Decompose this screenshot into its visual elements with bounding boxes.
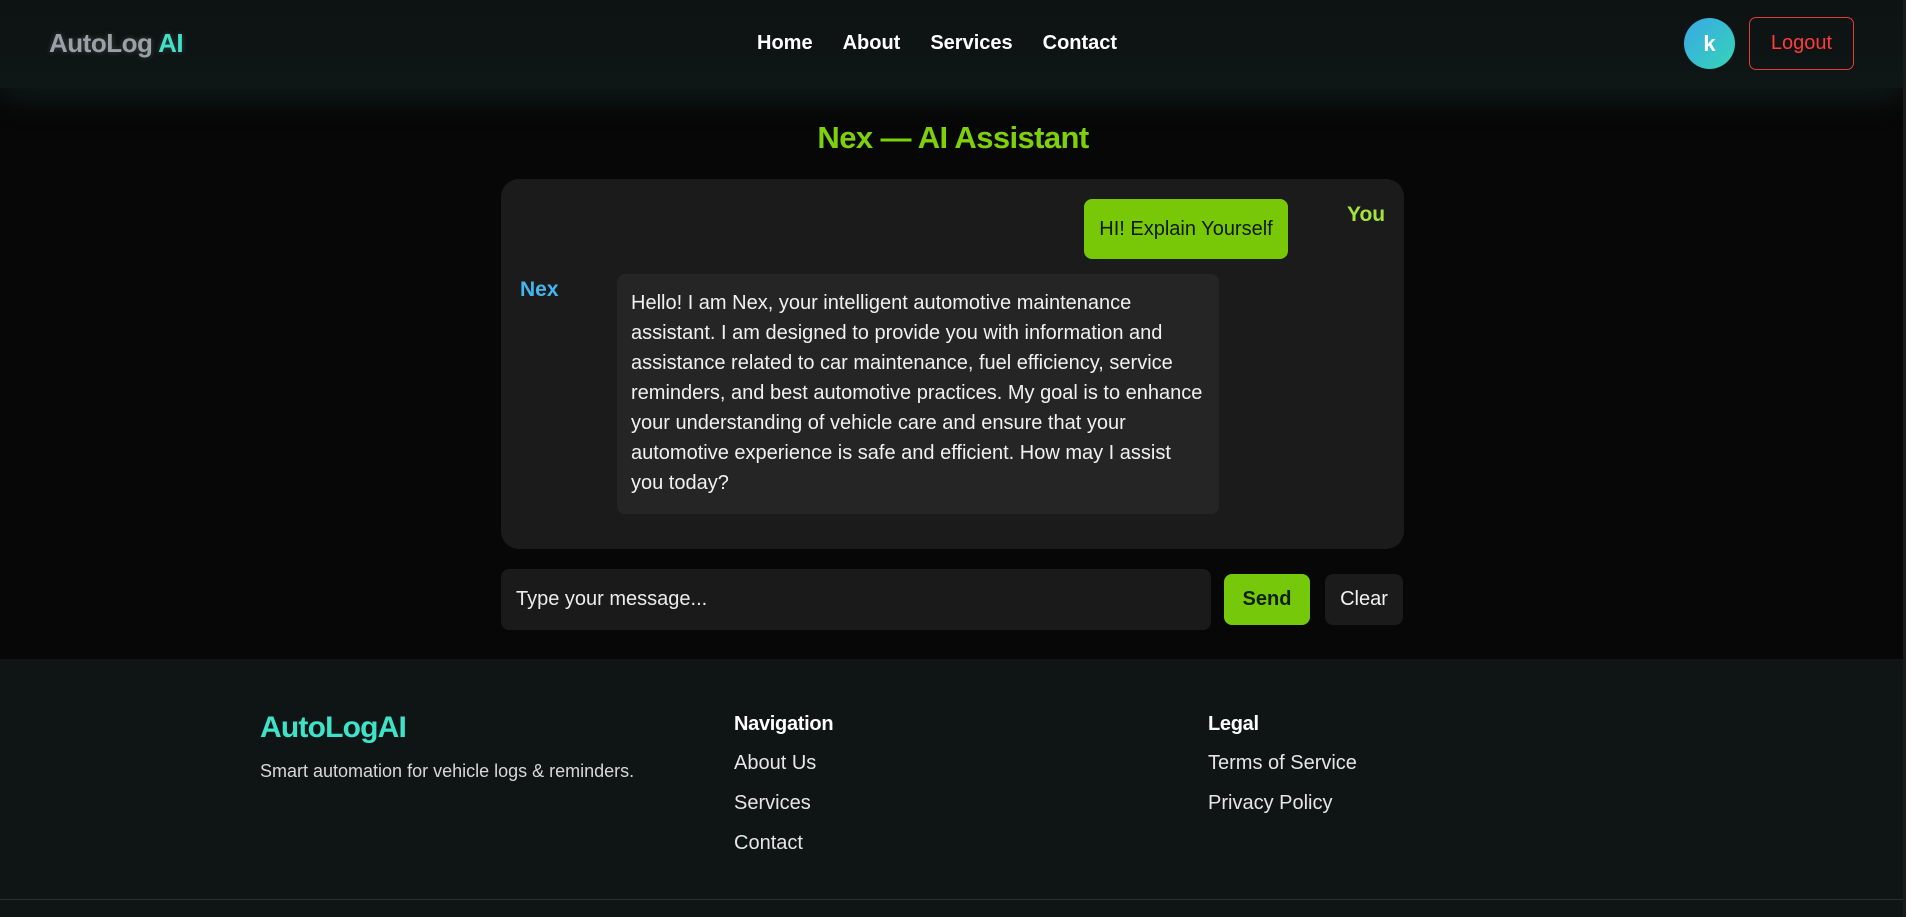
user-message-bubble: HI! Explain Yourself bbox=[1084, 199, 1288, 259]
footer-link-contact[interactable]: Contact bbox=[734, 832, 833, 855]
user-sender-label: You bbox=[1347, 203, 1386, 226]
nav-about-link[interactable]: About bbox=[843, 32, 901, 55]
user-avatar[interactable]: k bbox=[1684, 18, 1735, 69]
nav-home-link[interactable]: Home bbox=[757, 32, 813, 55]
footer-link-services[interactable]: Services bbox=[734, 792, 833, 815]
footer-divider bbox=[0, 899, 1903, 900]
assistant-sender-label: Nex bbox=[520, 278, 559, 301]
clear-button[interactable]: Clear bbox=[1325, 574, 1403, 625]
footer-link-about-us[interactable]: About Us bbox=[734, 752, 833, 775]
nav-services-link[interactable]: Services bbox=[930, 32, 1012, 55]
footer-tagline: Smart automation for vehicle logs & remi… bbox=[260, 761, 635, 781]
footer-brand: AutoLogAI bbox=[260, 711, 407, 744]
brand-text-part1: AutoLog bbox=[49, 28, 153, 58]
footer-navigation-heading: Navigation bbox=[734, 713, 834, 735]
footer-legal-heading: Legal bbox=[1208, 713, 1259, 735]
assistant-message-bubble: Hello! I am Nex, your intelligent automo… bbox=[617, 274, 1219, 514]
brand-text-part2: AI bbox=[158, 28, 184, 58]
footer-legal-column: Legal Terms of Service Privacy Policy bbox=[1208, 713, 1357, 815]
logout-button[interactable]: Logout bbox=[1749, 17, 1854, 70]
page: AutoLog AI Home About Services Contact k… bbox=[0, 0, 1906, 917]
footer-link-terms[interactable]: Terms of Service bbox=[1208, 752, 1357, 775]
message-input[interactable] bbox=[501, 569, 1211, 630]
footer-link-privacy[interactable]: Privacy Policy bbox=[1208, 792, 1357, 815]
footer-navigation-column: Navigation About Us Services Contact bbox=[734, 713, 834, 855]
send-button[interactable]: Send bbox=[1224, 574, 1310, 625]
site-footer bbox=[0, 659, 1903, 917]
main-nav: Home About Services Contact bbox=[757, 32, 1117, 55]
chat-title: Nex — AI Assistant bbox=[817, 120, 1089, 155]
nav-contact-link[interactable]: Contact bbox=[1043, 32, 1117, 55]
brand-logo[interactable]: AutoLog AI bbox=[49, 28, 184, 59]
top-navbar: AutoLog AI Home About Services Contact k… bbox=[0, 0, 1903, 88]
